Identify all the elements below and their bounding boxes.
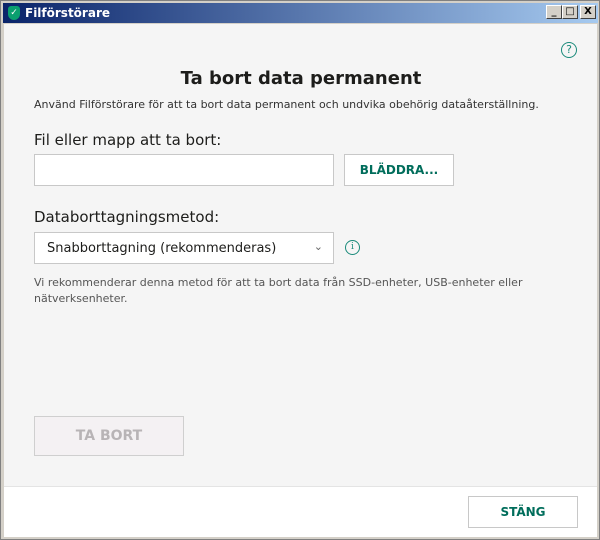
method-hint: Vi rekommenderar denna metod för att ta … <box>34 276 523 305</box>
page-title: Ta bort data permanent <box>180 68 422 89</box>
method-label: Databorttagningsmetod: <box>34 208 220 226</box>
title-bar: ✓ Filförstörare _ □ X <box>3 3 598 23</box>
file-path-input[interactable] <box>34 154 334 186</box>
close-window-button[interactable]: X <box>580 5 596 19</box>
app-window: ✓ Filförstörare _ □ X ? Ta bort data per… <box>0 0 600 540</box>
window-title: Filförstörare <box>25 6 111 20</box>
method-selected-value: Snabborttagning (rekommenderas) <box>47 240 277 256</box>
method-select[interactable]: Snabborttagning (rekommenderas) ⌄ <box>34 232 334 264</box>
maximize-button[interactable]: □ <box>562 5 578 19</box>
delete-button[interactable]: TA BORT <box>34 416 184 456</box>
description: Använd Filförstörare för att ta bort dat… <box>34 98 539 111</box>
close-button[interactable]: STÄNG <box>468 496 578 528</box>
chevron-down-icon: ⌄ <box>313 240 323 253</box>
minimize-button[interactable]: _ <box>546 5 562 19</box>
help-icon[interactable]: ? <box>561 42 577 58</box>
file-label: Fil eller mapp att ta bort: <box>34 131 222 149</box>
shield-check-icon: ✓ <box>8 6 20 20</box>
browse-button[interactable]: BLÄDDRA... <box>344 154 454 186</box>
info-icon[interactable]: i <box>345 240 360 255</box>
